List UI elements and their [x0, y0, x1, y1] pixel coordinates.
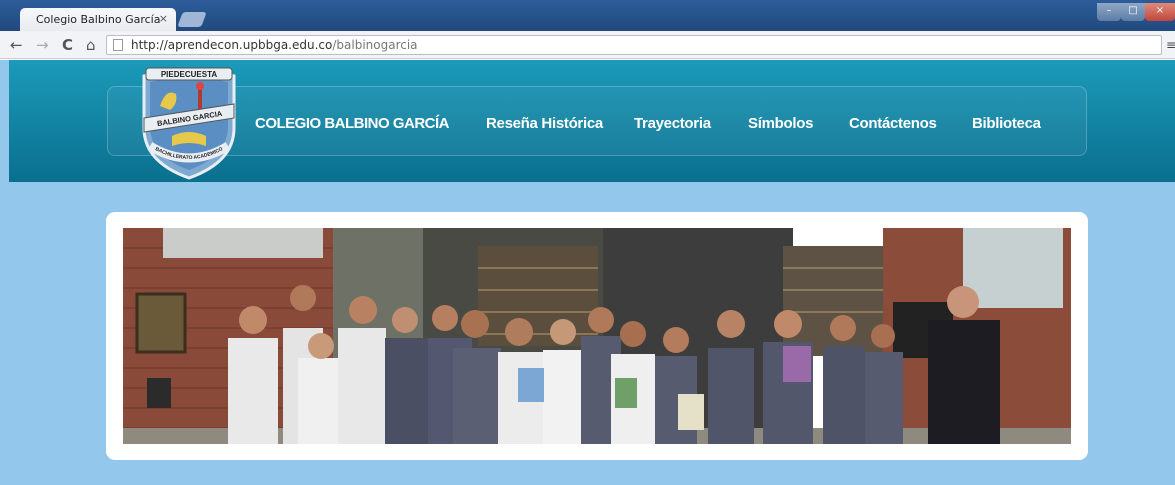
page: PIEDECUESTA BALBINO GARCIA BACHILLERATO … [0, 60, 1175, 485]
new-tab-button[interactable] [177, 12, 207, 27]
minimize-icon[interactable]: – [1097, 3, 1121, 21]
browser-toolbar: ← → C ⌂ http://aprendecon.upbbga.edu.co/… [0, 31, 1175, 59]
browser-titlebar: Colegio Balbino García × – □ × [0, 0, 1175, 31]
banner-card [106, 212, 1088, 460]
site-brand[interactable]: COLEGIO BALBINO GARCÍA [255, 115, 450, 132]
close-icon[interactable]: × [1145, 3, 1175, 21]
nav-trayectoria[interactable]: Trayectoria [634, 115, 711, 132]
address-bar[interactable]: http://aprendecon.upbbga.edu.co/balbinog… [106, 35, 1162, 55]
students-in-library-photo [123, 228, 1071, 444]
url-path: /balbinogarcia [332, 38, 418, 52]
forward-icon[interactable]: → [36, 36, 49, 54]
reload-icon[interactable]: C [62, 36, 73, 54]
nav-resena-historica[interactable]: Reseña Histórica [486, 115, 603, 132]
page-icon [113, 39, 123, 51]
school-crest-logo[interactable]: PIEDECUESTA BALBINO GARCIA BACHILLERATO … [136, 66, 242, 180]
menu-icon[interactable]: ≡ [1166, 38, 1175, 52]
tab-title: Colegio Balbino García [36, 13, 161, 26]
home-icon[interactable]: ⌂ [86, 36, 96, 54]
tab-close-icon[interactable]: × [159, 12, 168, 25]
crest-top-text: PIEDECUESTA [161, 70, 218, 79]
nav-simbolos[interactable]: Símbolos [748, 115, 813, 132]
nav-contactenos[interactable]: Contáctenos [849, 115, 937, 132]
maximize-icon[interactable]: □ [1121, 3, 1145, 21]
nav-biblioteca[interactable]: Biblioteca [972, 115, 1041, 132]
url-host: http://aprendecon.upbbga.edu.co [131, 38, 333, 52]
browser-tab[interactable]: Colegio Balbino García × [20, 8, 176, 31]
back-icon[interactable]: ← [10, 36, 23, 54]
